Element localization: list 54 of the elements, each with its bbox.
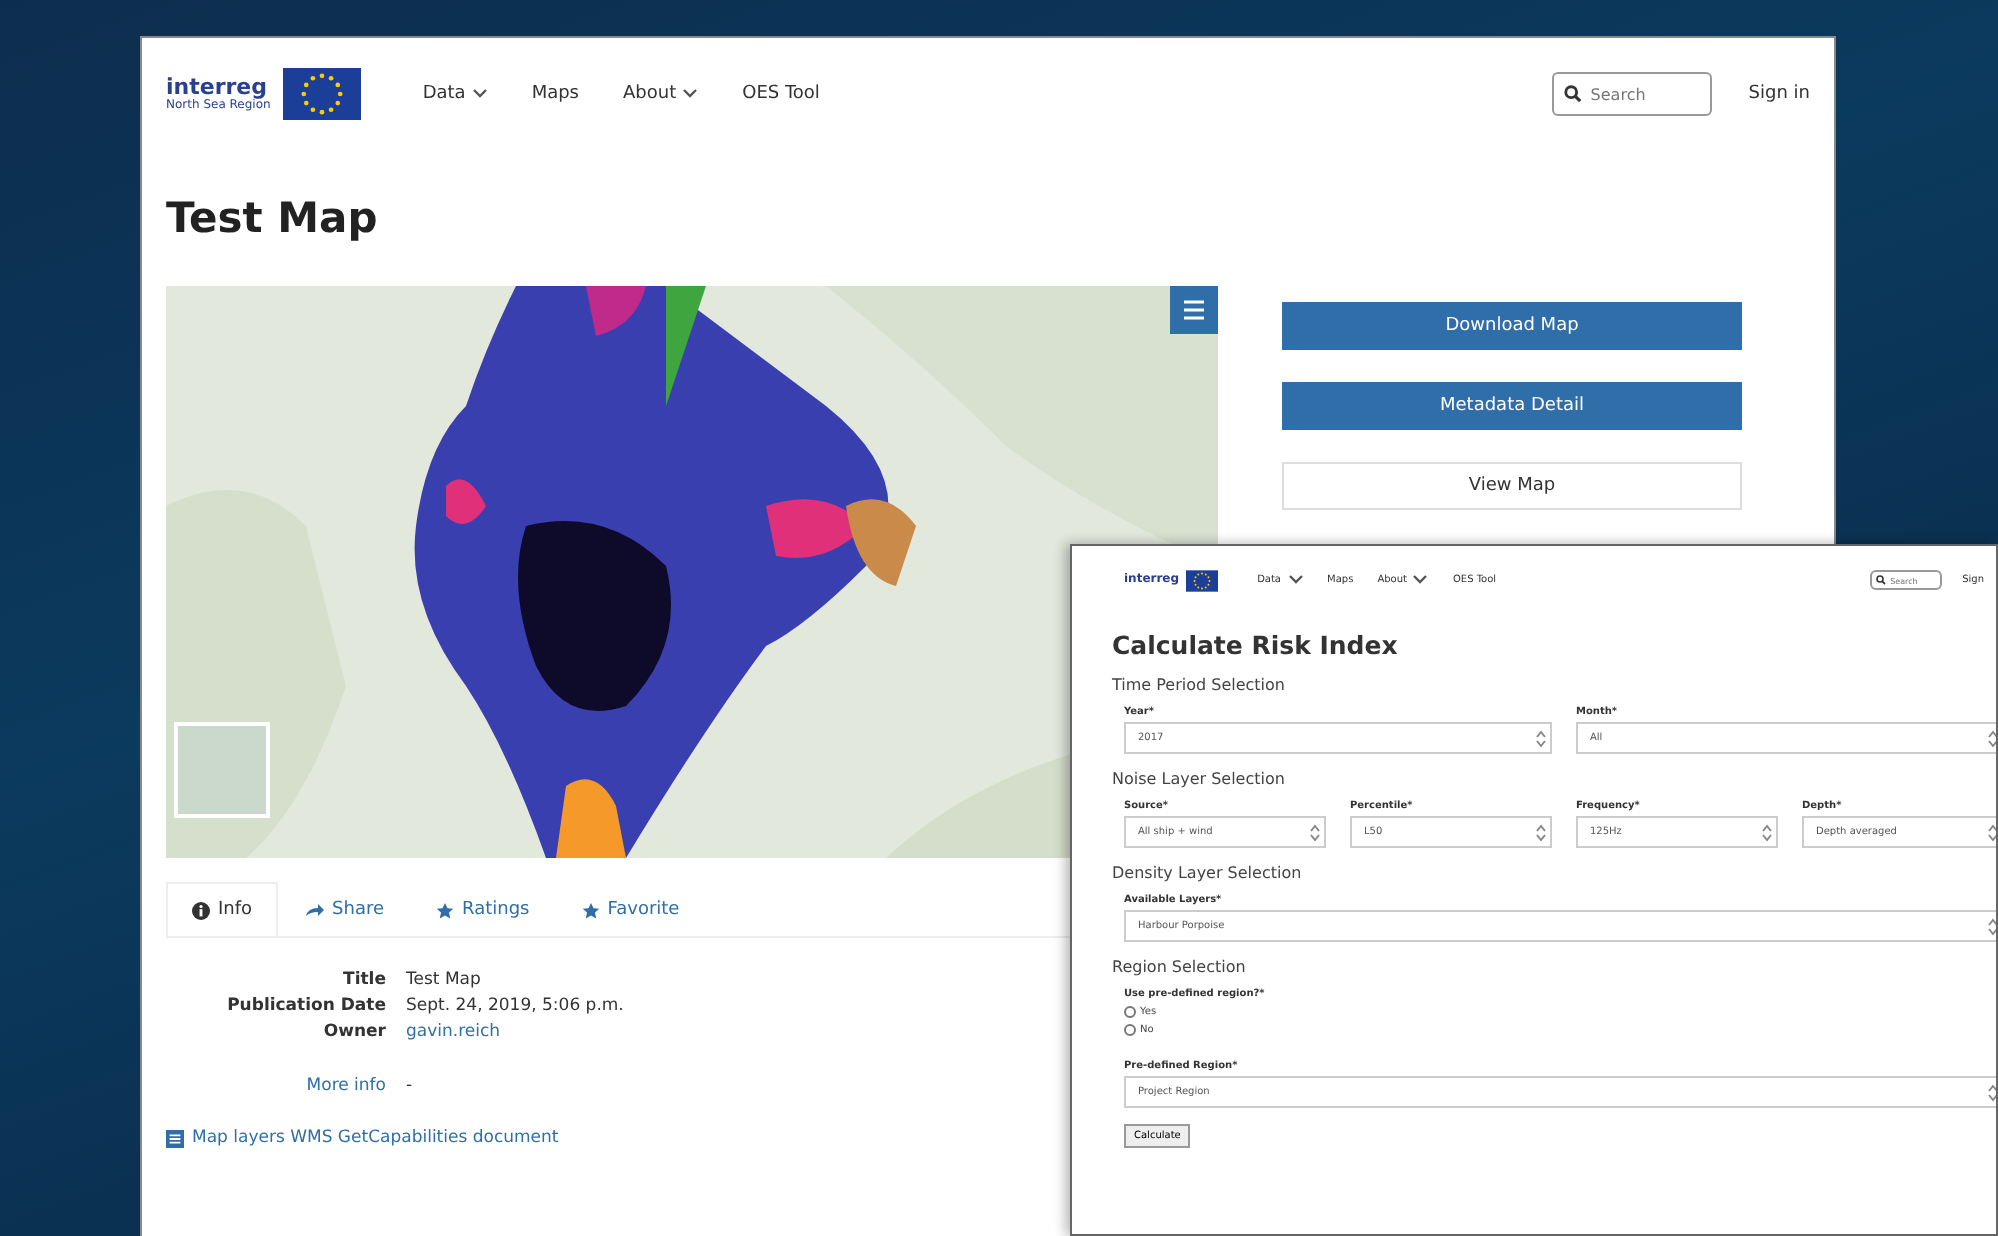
- search-field[interactable]: Search: [1552, 72, 1713, 116]
- spinner-icon: [1988, 1083, 1996, 1101]
- spinner-icon: [1988, 729, 1996, 747]
- menu-icon: [1182, 300, 1206, 320]
- nav-link[interactable]: About: [623, 84, 699, 104]
- spinner-icon: [1762, 823, 1772, 841]
- eu-flag-icon: [282, 68, 363, 120]
- nav-link[interactable]: Maps: [531, 84, 579, 104]
- info-value: Sept. 24, 2019, 5:06 p.m.: [406, 996, 624, 1016]
- section-heading: Noise Layer Selection: [1112, 770, 1287, 788]
- eu-flag-icon: [1185, 569, 1218, 591]
- info-label: Owner: [321, 1022, 386, 1042]
- section-heading: Time Period Selection: [1112, 676, 1287, 694]
- action-button[interactable]: View Map: [1282, 462, 1742, 510]
- section-heading: Region Selection: [1112, 958, 1248, 976]
- star-icon: [436, 901, 455, 919]
- spinner-icon: [1988, 917, 1996, 935]
- caret-icon: [1287, 574, 1304, 586]
- share-icon: [304, 902, 325, 918]
- search-icon: [1876, 575, 1887, 585]
- spinner-icon: [1536, 729, 1546, 747]
- caret-icon: [1412, 574, 1429, 586]
- nav-link[interactable]: Data: [422, 84, 488, 104]
- info-value: Test Map: [406, 970, 483, 990]
- spinner-icon: [1536, 823, 1546, 841]
- page-title: Test Map: [166, 194, 380, 242]
- info-icon: [192, 901, 210, 919]
- info-value: -: [406, 1076, 415, 1096]
- section-heading: Density Layer Selection: [1112, 864, 1304, 882]
- menu-button[interactable]: [1170, 286, 1218, 334]
- action-button[interactable]: Download Map: [1282, 302, 1742, 350]
- tab[interactable]: Share: [278, 882, 411, 936]
- owner-link[interactable]: gavin.reich: [406, 1022, 624, 1042]
- action-button[interactable]: Metadata Detail: [1282, 382, 1742, 430]
- info-label: Title: [341, 970, 386, 990]
- caret-icon: [471, 88, 488, 100]
- sign-in-link[interactable]: Sign in: [1748, 84, 1810, 104]
- search-icon: [1564, 85, 1583, 103]
- radio-button[interactable]: [1124, 1006, 1136, 1018]
- info-label: Publication Date: [225, 996, 386, 1016]
- nav-link[interactable]: OES Tool: [742, 84, 820, 104]
- logo-text: interreg: [166, 76, 268, 98]
- star-icon: [581, 901, 600, 919]
- page-title: Calculate Risk Index: [1112, 630, 1400, 660]
- spinner-icon: [1988, 823, 1996, 841]
- spinner-icon: [1310, 823, 1320, 841]
- caret-icon: [682, 88, 699, 100]
- wms-link[interactable]: Map layers WMS GetCapabilities document: [192, 1128, 559, 1148]
- tab[interactable]: Favorite: [555, 882, 706, 936]
- map-icon: [166, 1129, 184, 1147]
- radio-button[interactable]: [1124, 1024, 1136, 1036]
- more-info-label: More info: [304, 1076, 386, 1096]
- tab[interactable]: Ratings: [410, 882, 556, 936]
- tab[interactable]: Info: [166, 882, 279, 936]
